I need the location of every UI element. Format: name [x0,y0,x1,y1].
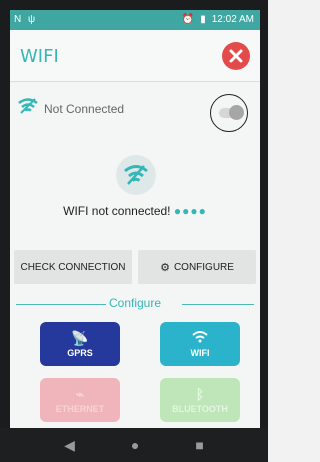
wifi-off-icon [124,165,148,185]
android-nav-bar: ◀ ● ■ [0,428,268,462]
gprs-tile[interactable]: 📡 GPRS [40,322,120,366]
page-title: WIFI [20,46,59,67]
divider-right [182,304,254,305]
gprs-label: GPRS [67,348,93,358]
status-time: 12:02 AM [211,14,254,25]
wifi-off-icon [18,98,38,114]
wifi-label: WIFI [190,348,210,358]
action-buttons: CHECK CONNECTION ⚙ CONFIGURE [14,250,256,284]
bluetooth-label: BLUETOOTH [172,404,228,414]
check-connection-label: CHECK CONNECTION [20,261,126,273]
close-icon [229,49,243,63]
ethernet-label: ETHERNET [55,404,105,414]
loading-dots: ●●●● [173,204,207,218]
status-left-icons: N ψ [14,14,38,25]
status-bar: N ψ ⏰ ▮ 12:02 AM [10,10,260,30]
wifi-icon [192,330,208,346]
connection-status-label: Not Connected [44,102,125,116]
wifi-toggle[interactable] [210,94,248,132]
battery-icon: ▮ [200,14,206,25]
toggle-knob [229,105,244,120]
close-button[interactable] [222,42,250,70]
wifi-tile[interactable]: WIFI [160,322,240,366]
check-connection-button[interactable]: CHECK CONNECTION [14,250,132,284]
title-bar: WIFI [10,30,260,82]
connection-message: WIFI not connected! ●●●● [10,204,260,218]
connection-status-row: Not Connected [10,82,260,132]
screen: N ψ ⏰ ▮ 12:02 AM WIFI Not Connected WIFI… [10,10,260,428]
home-icon[interactable]: ● [131,437,139,453]
configure-section-title: Configure [108,296,162,310]
ethernet-icon: ⌁ [75,386,85,402]
configure-button[interactable]: ⚙ CONFIGURE [138,250,256,284]
wifi-status-large-icon [116,155,156,195]
bluetooth-icon: ᛒ [195,386,205,402]
recent-apps-icon[interactable]: ■ [195,437,203,453]
gear-icon: ⚙ [160,261,170,274]
antenna-icon: 📡 [71,330,89,346]
configure-section-header: Configure [16,296,254,312]
back-icon[interactable]: ◀ [64,437,75,454]
connection-message-text: WIFI not connected! [63,204,171,218]
bluetooth-tile[interactable]: ᛒ BLUETOOTH [160,378,240,422]
ethernet-tile[interactable]: ⌁ ETHERNET [40,378,120,422]
alarm-icon: ⏰ [181,14,195,25]
configure-label: CONFIGURE [173,261,234,273]
